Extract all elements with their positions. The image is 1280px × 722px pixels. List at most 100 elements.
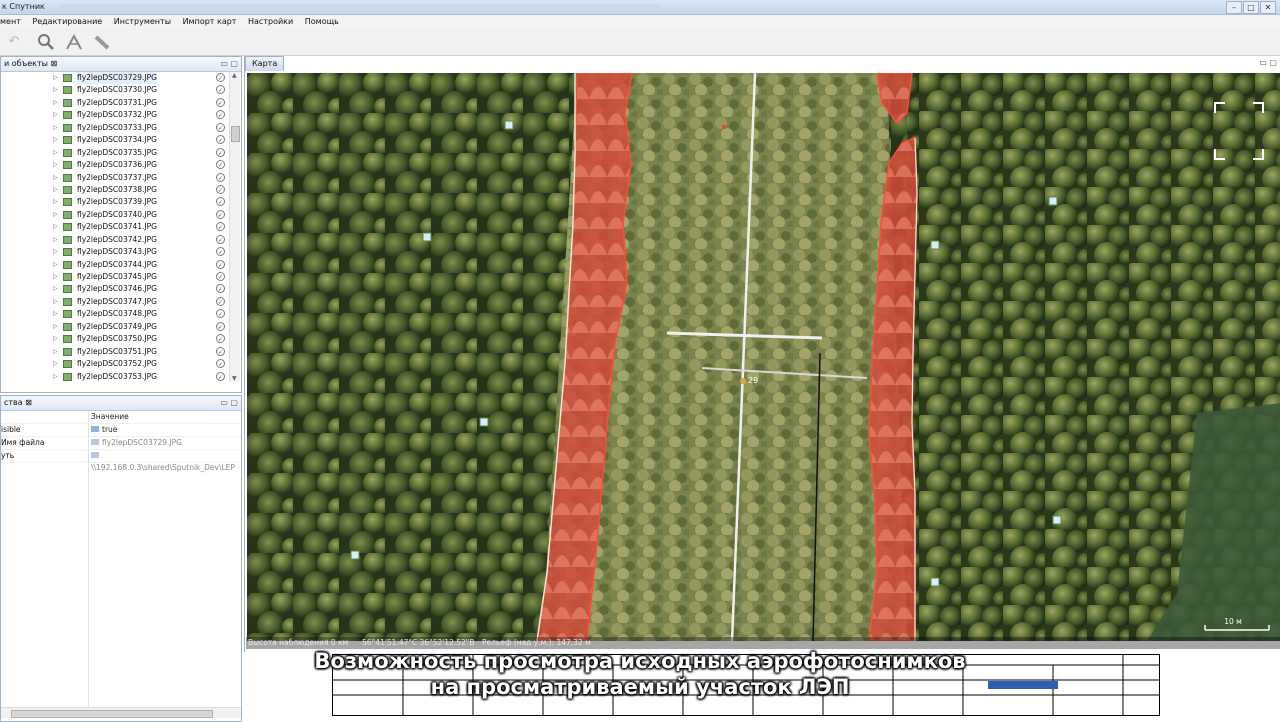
visibility-toggle-icon[interactable]: ✓ [216,309,225,319]
visibility-toggle-icon[interactable]: ✓ [216,110,225,120]
menu-file[interactable]: мент [0,15,21,29]
visibility-toggle-icon[interactable]: ✓ [216,209,225,219]
expand-arrow-icon[interactable]: ▷ [53,308,58,320]
visibility-toggle-icon[interactable]: ✓ [216,359,225,369]
file-list-item[interactable]: ▷ fly2lepDSC03731.JPG ✓ [1,97,229,109]
visibility-toggle-icon[interactable]: ✓ [216,73,225,82]
expand-arrow-icon[interactable]: ▷ [53,234,58,246]
visibility-toggle-icon[interactable]: ✓ [216,371,225,381]
file-list-item[interactable]: ▷ fly2lepDSC03751.JPG ✓ [1,346,229,358]
file-list-item[interactable]: ▷ fly2lepDSC03742.JPG ✓ [1,234,229,246]
visibility-toggle-icon[interactable]: ✓ [216,172,225,182]
menu-edit[interactable]: Редактирование [32,15,102,29]
expand-arrow-icon[interactable]: ▷ [53,172,58,184]
visibility-toggle-icon[interactable]: ✓ [216,122,225,132]
file-list-item[interactable]: ▷ fly2lepDSC03730.JPG ✓ [1,84,229,96]
expand-arrow-icon[interactable]: ▷ [53,159,58,171]
file-list-item[interactable]: ▷ fly2lepDSC03740.JPG ✓ [1,209,229,221]
visibility-toggle-icon[interactable]: ✓ [216,85,225,95]
visibility-toggle-icon[interactable]: ✓ [216,346,225,356]
menu-import-maps[interactable]: Импорт карт [183,15,237,29]
visibility-toggle-icon[interactable]: ✓ [216,147,225,157]
expand-arrow-icon[interactable]: ▷ [53,184,58,196]
visibility-toggle-icon[interactable]: ✓ [216,222,225,232]
expand-arrow-icon[interactable]: ▷ [53,209,58,221]
expand-arrow-icon[interactable]: ▷ [53,122,58,134]
expand-arrow-icon[interactable]: ▷ [53,259,58,271]
file-list-item[interactable]: ▷ fly2lepDSC03744.JPG ✓ [1,259,229,271]
file-list-item[interactable]: ▷ fly2lepDSC03732.JPG ✓ [1,109,229,121]
visibility-toggle-icon[interactable]: ✓ [216,97,225,107]
visibility-toggle-icon[interactable]: ✓ [216,272,225,281]
scroll-down-icon[interactable]: ▼ [232,375,237,382]
scrollbar-thumb[interactable] [231,126,240,142]
expand-arrow-icon[interactable]: ▷ [53,109,58,121]
file-list-item[interactable]: ▷ fly2lepDSC03741.JPG ✓ [1,221,229,233]
tab-objects[interactable]: и объекты ⊠ [1,57,60,71]
file-list-item[interactable]: ▷ fly2lepDSC03739.JPG ✓ [1,196,229,208]
expand-arrow-icon[interactable]: ▷ [53,72,58,84]
expand-arrow-icon[interactable]: ▷ [53,358,58,370]
expand-arrow-icon[interactable]: ▷ [53,321,58,333]
file-list-item[interactable]: ▷ fly2lepDSC03745.JPG ✓ [1,271,229,283]
panel-controls[interactable]: ▭ ▢ [1259,58,1277,67]
visibility-toggle-icon[interactable]: ✓ [216,184,225,194]
file-list-item[interactable]: ▷ fly2lepDSC03736.JPG ✓ [1,159,229,171]
minimize-button[interactable]: – [1226,1,1242,14]
file-list-item[interactable]: ▷ fly2lepDSC03747.JPG ✓ [1,296,229,308]
tab-map[interactable]: Карта [245,56,285,71]
visibility-toggle-icon[interactable]: ✓ [216,321,225,331]
expand-arrow-icon[interactable]: ▷ [53,134,58,146]
horizontal-scrollbar[interactable] [1,707,241,718]
panel-controls[interactable]: ▭ ▢ [220,57,238,71]
expand-arrow-icon[interactable]: ▷ [53,346,58,358]
file-list-item[interactable]: ▷ fly2lepDSC03735.JPG ✓ [1,147,229,159]
expand-arrow-icon[interactable]: ▷ [53,271,58,283]
property-row[interactable]: isible true [1,424,241,437]
maximize-button[interactable]: □ [1243,1,1259,14]
visibility-toggle-icon[interactable]: ✓ [216,334,225,344]
search-icon[interactable] [36,33,56,51]
file-list-item[interactable]: ▷ fly2lepDSC03738.JPG ✓ [1,184,229,196]
visibility-toggle-icon[interactable]: ✓ [216,197,225,207]
file-list-item[interactable]: ▷ fly2lepDSC03734.JPG ✓ [1,134,229,146]
ruler-icon[interactable] [92,33,112,51]
expand-arrow-icon[interactable]: ▷ [53,296,58,308]
expand-arrow-icon[interactable]: ▷ [53,246,58,258]
visibility-toggle-icon[interactable]: ✓ [216,247,225,257]
menu-help[interactable]: Помощь [305,15,339,29]
expand-arrow-icon[interactable]: ▷ [53,196,58,208]
menu-tools[interactable]: Инструменты [114,15,171,29]
visibility-toggle-icon[interactable]: ✓ [216,160,225,170]
expand-arrow-icon[interactable]: ▷ [53,371,58,383]
file-list-item[interactable]: ▷ fly2lepDSC03733.JPG ✓ [1,122,229,134]
menu-settings[interactable]: Настройки [248,15,293,29]
file-list-item[interactable]: ▷ fly2lepDSC03750.JPG ✓ [1,333,229,345]
scroll-up-icon[interactable]: ▲ [232,72,237,79]
panel-controls[interactable]: ▭ ▢ [220,396,238,410]
file-list-item[interactable]: ▷ fly2lepDSC03746.JPG ✓ [1,283,229,295]
visibility-toggle-icon[interactable]: ✓ [216,135,225,145]
expand-arrow-icon[interactable]: ▷ [53,221,58,233]
undo-icon[interactable]: ↶ [4,33,24,51]
property-row[interactable]: Имя файла fly2lepDSC03729.JPG [1,437,241,450]
visibility-toggle-icon[interactable]: ✓ [216,259,225,269]
path-tool-icon[interactable] [64,33,84,51]
file-list-item[interactable]: ▷ fly2lepDSC03753.JPG ✓ [1,371,229,383]
file-list-item[interactable]: ▷ fly2lepDSC03748.JPG ✓ [1,308,229,320]
visibility-toggle-icon[interactable]: ✓ [216,234,225,244]
close-button[interactable]: ✕ [1260,1,1276,14]
tab-properties[interactable]: ства ⊠ [1,396,35,410]
expand-arrow-icon[interactable]: ▷ [53,333,58,345]
file-list-item[interactable]: ▷ fly2lepDSC03737.JPG ✓ [1,172,229,184]
vertical-scrollbar[interactable]: ▲ ▼ [229,72,240,382]
visibility-toggle-icon[interactable]: ✓ [216,296,225,306]
file-list-item[interactable]: ▷ fly2lepDSC03729.JPG ✓ [1,72,229,85]
map-view[interactable]: 29 [247,73,1280,641]
expand-arrow-icon[interactable]: ▷ [53,97,58,109]
scrollbar-thumb[interactable] [11,710,213,718]
aerial-map[interactable]: 29 [247,73,1280,641]
file-list-item[interactable]: ▷ fly2lepDSC03749.JPG ✓ [1,321,229,333]
visibility-toggle-icon[interactable]: ✓ [216,284,225,294]
file-list-item[interactable]: ▷ fly2lepDSC03752.JPG ✓ [1,358,229,370]
